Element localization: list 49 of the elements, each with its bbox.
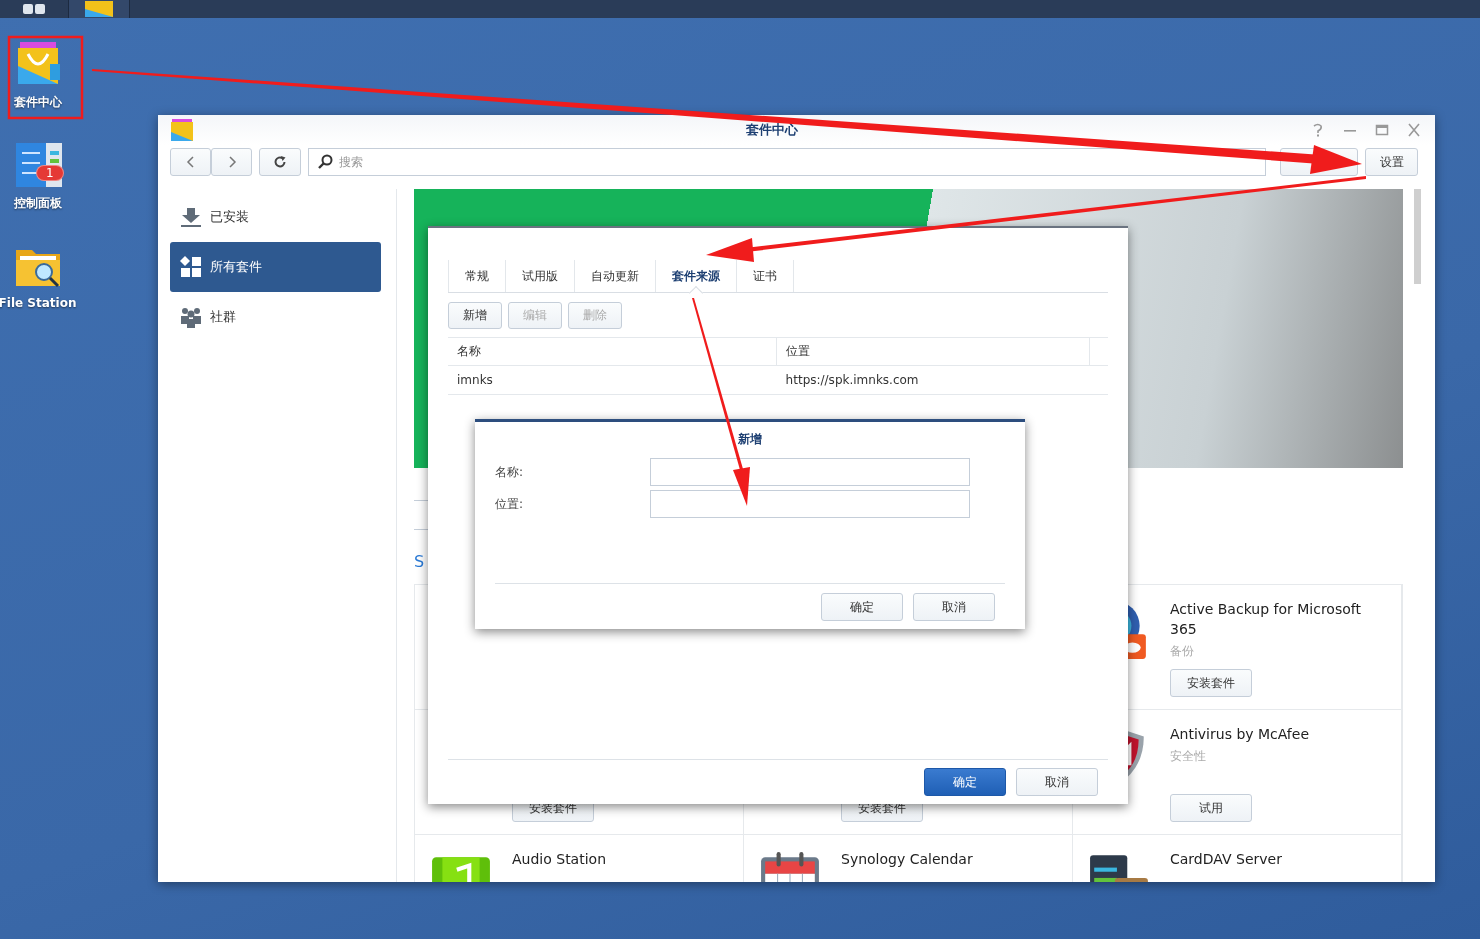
install-button[interactable]: 安装套件: [1170, 669, 1252, 697]
people-icon: [180, 306, 202, 328]
main-menu-icon[interactable]: [23, 4, 45, 14]
forward-button[interactable]: [211, 148, 252, 176]
package-name: CardDAV Server: [1170, 850, 1282, 869]
back-button[interactable]: [170, 148, 211, 176]
shopping-bag-icon: [170, 119, 194, 141]
settings-button[interactable]: 设置: [1365, 148, 1418, 176]
tab[interactable]: 试用版: [505, 260, 574, 292]
download-icon: [180, 206, 202, 228]
package-name: Antivirus by McAfee: [1170, 725, 1309, 744]
desktop-icon-label[interactable]: 套件中心: [13, 94, 62, 111]
column-header[interactable]: 名称: [448, 337, 777, 366]
install-button[interactable]: 试用: [1170, 794, 1252, 822]
dialog-button[interactable]: 确定: [821, 593, 903, 621]
refresh-button[interactable]: [259, 148, 301, 176]
package-category: 备份: [1170, 643, 1194, 660]
field-label: 名称:: [495, 463, 525, 481]
notification-badge: 1: [36, 165, 64, 181]
search-icon: [317, 154, 333, 170]
close-icon[interactable]: [1405, 123, 1423, 137]
package-category: 安全性: [1170, 748, 1206, 765]
scrollbar[interactable]: [1414, 189, 1421, 284]
package-name: Audio Station: [512, 850, 606, 869]
dialog-button[interactable]: 取消: [1016, 768, 1098, 796]
dialog-button[interactable]: 取消: [913, 593, 995, 621]
field-label: 位置:: [495, 495, 525, 513]
action-button[interactable]: 新增: [448, 302, 502, 329]
grid-icon: [180, 256, 202, 278]
refresh-icon: [273, 155, 287, 169]
dialog-button[interactable]: 确定: [924, 768, 1006, 796]
input-field[interactable]: [650, 490, 970, 518]
dialog-title: 新增: [737, 431, 763, 448]
desktop-icon-label[interactable]: 控制面板: [13, 195, 62, 212]
sidebar-item[interactable]: 社群: [170, 292, 381, 342]
desktop-icon-label[interactable]: File Station: [0, 296, 77, 310]
tab[interactable]: 常规: [448, 260, 505, 292]
search-field[interactable]: 搜索: [308, 148, 1266, 176]
column-header[interactable]: 位置: [776, 337, 1090, 366]
tab[interactable]: 自动更新: [574, 260, 655, 292]
package-name: Synology Calendar: [841, 850, 973, 869]
input-field[interactable]: [650, 458, 970, 486]
window-title: 套件中心: [744, 121, 799, 139]
table-cell: https://spk.imnks.com: [776, 365, 1090, 395]
package-name: Active Backup for Microsoft 365: [1170, 600, 1362, 639]
sidebar-item[interactable]: 已安装: [170, 192, 381, 242]
sidebar-item[interactable]: 所有套件: [170, 242, 381, 292]
maximize-icon[interactable]: [1373, 123, 1391, 137]
shopping-bag-icon[interactable]: [83, 1, 115, 17]
